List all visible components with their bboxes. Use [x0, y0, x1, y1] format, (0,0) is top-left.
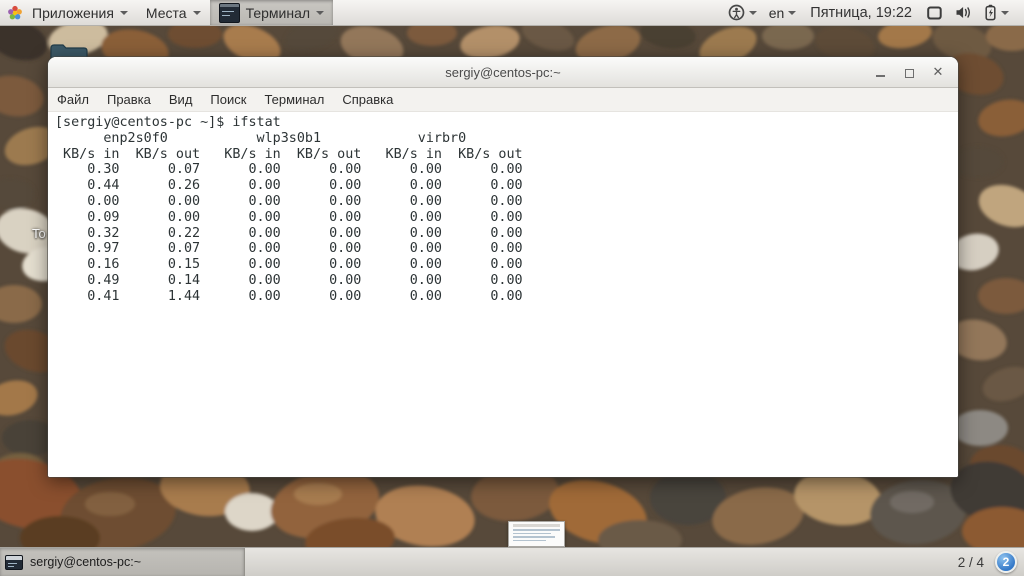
menu-terminal-active[interactable]: Терминал	[210, 0, 333, 25]
keyboard-layout-label: en	[769, 5, 785, 21]
accessibility-menu[interactable]	[722, 0, 763, 25]
taskbar: sergiy@centos-pc:~ 2 / 4 2	[0, 547, 1024, 576]
workspace-indicator[interactable]: 2 / 4	[958, 548, 984, 576]
menu-item-help[interactable]: Справка	[333, 92, 402, 107]
thumb-line	[513, 533, 551, 535]
thumb-line	[513, 529, 560, 531]
close-button[interactable]: ✕	[931, 65, 945, 79]
display-settings[interactable]	[920, 0, 949, 25]
applications-menu-icon	[7, 5, 23, 21]
window-preview-thumbnail[interactable]	[508, 521, 565, 547]
menu-item-terminal[interactable]: Терминал	[255, 92, 333, 107]
menu-terminal-label: Терминал	[246, 5, 310, 21]
menu-item-view[interactable]: Вид	[160, 92, 202, 107]
chevron-down-icon	[788, 11, 796, 15]
taskbar-window-button[interactable]: sergiy@centos-pc:~	[0, 548, 245, 576]
taskbar-window-label: sergiy@centos-pc:~	[30, 555, 141, 569]
battery-charging-icon	[984, 4, 997, 21]
panel-menus: Приложения Места Терминал	[0, 0, 333, 25]
keyboard-layout-menu[interactable]: en	[763, 0, 803, 25]
chevron-down-icon	[316, 11, 324, 15]
thumb-titlebar	[513, 524, 560, 527]
thumb-line	[513, 536, 555, 538]
minimize-button[interactable]	[873, 65, 887, 79]
window-controls: ✕	[873, 57, 945, 87]
chevron-down-icon	[120, 11, 128, 15]
menu-item-search[interactable]: Поиск	[201, 92, 255, 107]
battery-status[interactable]	[978, 0, 1015, 25]
speaker-icon	[955, 5, 972, 20]
maximize-button[interactable]	[902, 65, 916, 79]
terminal-icon	[5, 555, 23, 570]
menu-places-label: Места	[146, 5, 187, 21]
terminal-output: [sergiy@centos-pc ~]$ ifstat enp2s0f0 wl…	[55, 115, 958, 305]
clock-applet[interactable]: Пятница, 19:22	[802, 5, 920, 21]
chevron-down-icon	[1001, 11, 1009, 15]
menu-item-edit[interactable]: Правка	[98, 92, 160, 107]
terminal-screen[interactable]: [sergiy@centos-pc ~]$ ifstat enp2s0f0 wl…	[48, 112, 958, 477]
terminal-window: sergiy@centos-pc:~ ✕ Файл Правка Вид Пои…	[48, 57, 958, 477]
terminal-icon	[219, 3, 240, 23]
window-titlebar[interactable]: sergiy@centos-pc:~ ✕	[48, 57, 958, 88]
display-icon	[926, 5, 943, 21]
top-panel: Приложения Места Терминал	[0, 0, 1024, 26]
notification-badge[interactable]: 2	[995, 551, 1017, 573]
window-title: sergiy@centos-pc:~	[445, 65, 560, 80]
volume-control[interactable]	[949, 0, 978, 25]
universal-access-icon	[728, 4, 745, 21]
menu-item-file[interactable]: Файл	[48, 92, 98, 107]
chevron-down-icon	[749, 11, 757, 15]
menu-applications[interactable]: Приложения	[23, 0, 137, 25]
desktop: { "top_panel": { "menus": [ { "label": "…	[0, 0, 1024, 576]
chevron-down-icon	[193, 11, 201, 15]
menu-places[interactable]: Места	[137, 0, 210, 25]
menu-applications-label: Приложения	[32, 5, 114, 21]
desktop-icon-label[interactable]: To	[32, 226, 46, 241]
terminal-menubar: Файл Правка Вид Поиск Терминал Справка	[48, 88, 958, 112]
thumb-line	[513, 540, 546, 542]
panel-tray: en Пятница, 19:22	[722, 0, 1024, 25]
